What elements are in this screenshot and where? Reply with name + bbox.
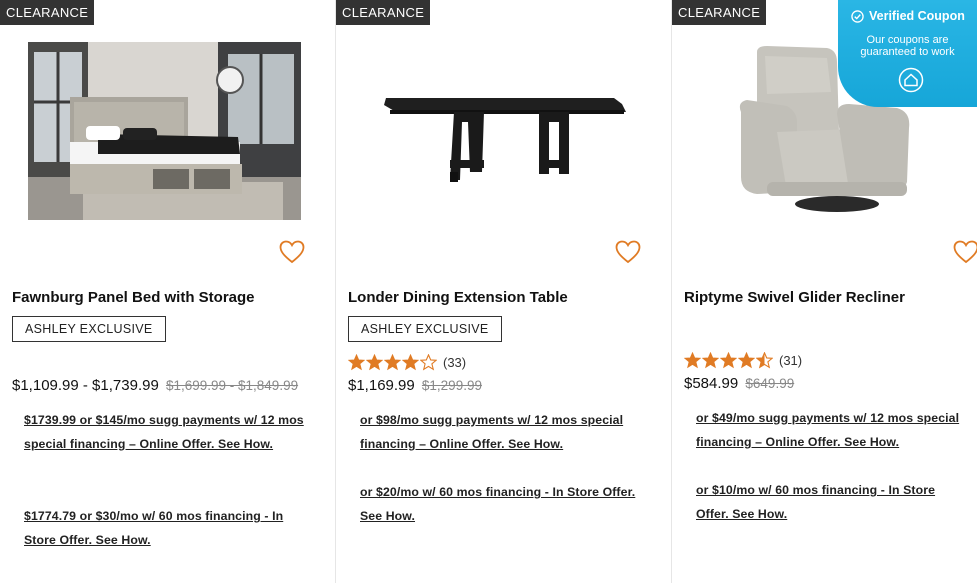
- star-rating[interactable]: (31): [684, 352, 802, 369]
- star-half-icon: [756, 352, 773, 369]
- heart-icon[interactable]: [615, 240, 641, 264]
- star-icon: [702, 352, 719, 369]
- price: $584.99 $649.99: [684, 375, 794, 392]
- online-financing-link[interactable]: $1739.99 or $145/mo sugg payments w/ 12 …: [24, 408, 304, 456]
- in-store-financing-link[interactable]: or $20/mo w/ 60 mos financing - In Store…: [360, 480, 640, 528]
- check-circle-icon: [851, 9, 864, 23]
- clearance-badge: CLEARANCE: [336, 0, 431, 25]
- star-empty-icon: [420, 354, 437, 371]
- verified-coupon-widget[interactable]: Verified Coupon Our coupons are guarante…: [838, 0, 977, 107]
- rating-count[interactable]: (31): [779, 353, 802, 368]
- table-product-image[interactable]: [364, 42, 637, 220]
- coupon-subtitle: Our coupons are guaranteed to work: [860, 34, 955, 58]
- price: $1,109.99 - $1,739.99 $1,699.99 - $1,849…: [12, 377, 298, 394]
- star-icon: [684, 352, 701, 369]
- star-icon: [366, 354, 383, 371]
- star-icon: [720, 352, 737, 369]
- current-price: $584.99: [684, 375, 739, 392]
- was-price: $649.99: [745, 376, 795, 391]
- rating-count[interactable]: (33): [443, 355, 466, 370]
- price: $1,169.99 $1,299.99: [348, 377, 482, 394]
- in-store-financing-link[interactable]: $1774.79 or $30/mo w/ 60 mos financing -…: [24, 504, 304, 552]
- product-card[interactable]: CLEARANCE Fawnburg Panel Bed with Storag…: [0, 0, 336, 583]
- product-card[interactable]: CLEARANCE Londer Dining Extension Table …: [336, 0, 672, 583]
- heart-icon[interactable]: [279, 240, 305, 264]
- star-icon: [738, 352, 755, 369]
- star-icon: [402, 354, 419, 371]
- product-title[interactable]: Riptyme Swivel Glider Recliner: [684, 289, 905, 306]
- clearance-badge: CLEARANCE: [672, 0, 767, 25]
- clearance-badge: CLEARANCE: [0, 0, 95, 25]
- was-price: $1,299.99: [421, 378, 482, 393]
- bed-product-image[interactable]: [28, 42, 301, 220]
- product-title[interactable]: Londer Dining Extension Table: [348, 289, 568, 306]
- verified-coupon-label: Verified Coupon: [869, 9, 965, 23]
- star-rating[interactable]: (33): [348, 354, 466, 371]
- home-icon[interactable]: [898, 67, 924, 93]
- exclusive-badge: ASHLEY EXCLUSIVE: [348, 316, 502, 342]
- heart-icon[interactable]: [953, 240, 977, 264]
- current-price: $1,169.99: [348, 377, 415, 394]
- was-price: $1,699.99 - $1,849.99: [165, 378, 299, 393]
- star-icon: [384, 354, 401, 371]
- exclusive-badge: ASHLEY EXCLUSIVE: [12, 316, 166, 342]
- product-title[interactable]: Fawnburg Panel Bed with Storage: [12, 289, 255, 306]
- online-financing-link[interactable]: or $49/mo sugg payments w/ 12 mos specia…: [696, 406, 976, 454]
- current-price: $1,109.99 - $1,739.99: [12, 377, 159, 394]
- online-financing-link[interactable]: or $98/mo sugg payments w/ 12 mos specia…: [360, 408, 640, 456]
- star-icon: [348, 354, 365, 371]
- in-store-financing-link[interactable]: or $10/mo w/ 60 mos financing - In Store…: [696, 478, 966, 526]
- verified-coupon-title: Verified Coupon: [851, 9, 965, 23]
